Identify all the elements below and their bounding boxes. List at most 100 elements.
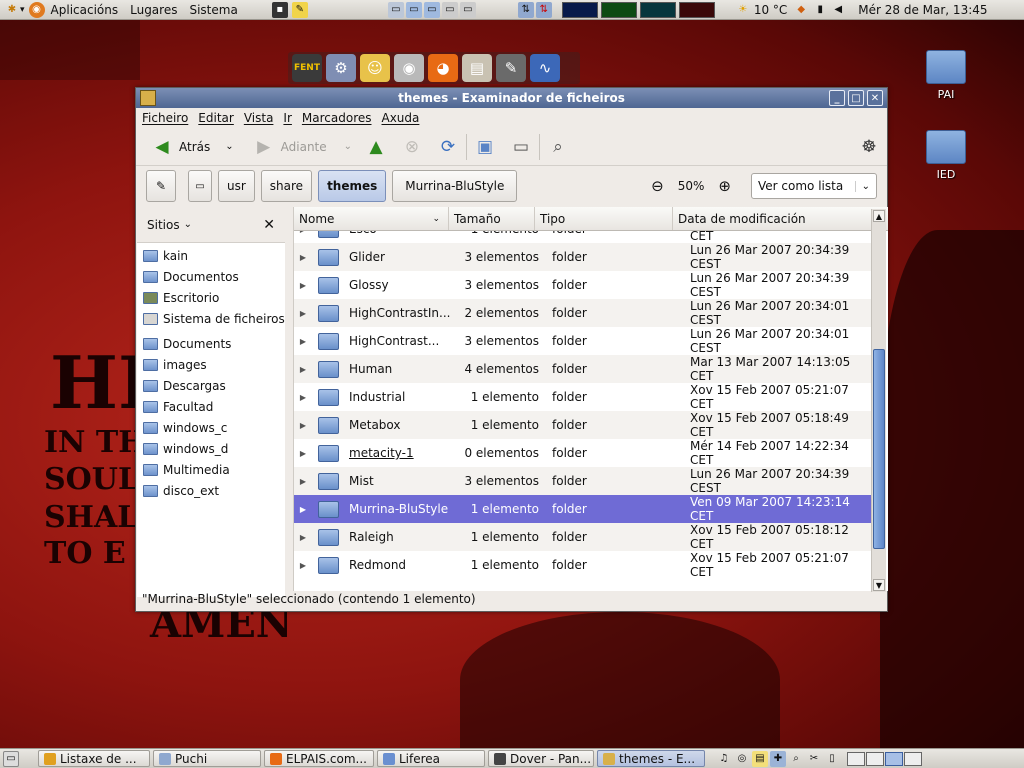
vertical-scrollbar[interactable]: ▲ ▼	[871, 209, 886, 592]
expand-triangle-icon[interactable]: ▶	[296, 477, 310, 486]
sidebar-item[interactable]: kain	[137, 245, 285, 266]
menu-vista[interactable]: Vista	[244, 111, 274, 125]
expand-triangle-icon[interactable]: ▶	[296, 365, 310, 374]
tools-icon[interactable]: ✂	[806, 751, 822, 767]
expand-triangle-icon[interactable]: ▶	[296, 393, 310, 402]
maximize-button[interactable]: □	[848, 90, 864, 106]
sidebar-item[interactable]: disco_ext	[137, 480, 285, 501]
clock[interactable]: Mér 28 de Mar, 13:45	[858, 3, 987, 17]
firefox-icon[interactable]: ◕	[428, 54, 458, 82]
battery-icon[interactable]: ▮	[812, 2, 828, 18]
system-monitor[interactable]	[561, 1, 715, 18]
expand-triangle-icon[interactable]: ▶	[296, 281, 310, 290]
path-button-murrina-blustyle[interactable]: Murrina-BluStyle	[392, 170, 518, 202]
network-icon[interactable]: ⇅	[517, 1, 534, 18]
volume-icon[interactable]: ◀	[830, 2, 846, 18]
minimize-button[interactable]: _	[829, 90, 845, 106]
panel-dropdown-icon[interactable]: ▾	[20, 5, 25, 15]
table-row[interactable]: ▶ Redmond 1 elemento folder Xov 15 Feb 2007 …	[294, 551, 872, 579]
user-icon[interactable]: ☺	[360, 54, 390, 82]
sidebar-item[interactable]: images	[137, 354, 285, 375]
scroll-thumb[interactable]	[873, 349, 885, 549]
column-type[interactable]: Tipo	[535, 207, 673, 230]
path-button-root[interactable]: ▭	[188, 170, 212, 202]
show-desktop-icon[interactable]: ▭	[3, 750, 19, 767]
table-row[interactable]: ▶ Mist 3 elementos folder Lun 26 Mar 2007 20…	[294, 467, 872, 495]
desktop-folder-ied[interactable]: IED	[916, 130, 976, 181]
expand-triangle-icon[interactable]: ▶	[296, 505, 310, 514]
back-button[interactable]: ◀ Atrás ⌄	[146, 132, 238, 162]
webcam-icon[interactable]: ◉	[394, 54, 424, 82]
scroll-up-arrow-icon[interactable]: ▲	[873, 210, 885, 222]
table-row[interactable]: ▶ Human 4 elementos folder Mar 13 Mar 2007 1…	[294, 355, 872, 383]
sidebar-item[interactable]: Facultad	[137, 396, 285, 417]
menu-marcadores[interactable]: Marcadores	[302, 111, 372, 125]
network-disabled-icon[interactable]: ⇅	[535, 1, 552, 18]
path-button-share[interactable]: share	[260, 170, 313, 202]
cd-icon[interactable]: ◎	[734, 751, 750, 767]
window-titlebar[interactable]: themes - Examinador de ficheiros _ □ ✕	[136, 88, 887, 108]
sidebar-item[interactable]: Sistema de ficheiros	[137, 308, 285, 329]
up-arrow-icon[interactable]: ▲	[364, 135, 388, 159]
terminal-icon[interactable]: ▪	[271, 1, 288, 18]
column-size[interactable]: Tamaño	[449, 207, 535, 230]
weather-icon[interactable]: ☀	[735, 2, 751, 18]
menu-lugares[interactable]: Lugares	[124, 3, 183, 17]
expand-triangle-icon[interactable]: ▶	[296, 421, 310, 430]
table-row[interactable]: ▶ metacity-1 0 elementos folder Mér 14 Feb 2…	[294, 439, 872, 467]
sidebar-item[interactable]: Descargas	[137, 375, 285, 396]
chevron-down-icon[interactable]: ⌄	[225, 141, 233, 152]
expand-triangle-icon[interactable]: ▶	[296, 231, 310, 234]
menu-axuda[interactable]: Axuda	[382, 111, 420, 125]
taskbar-button[interactable]: Liferea	[377, 750, 485, 767]
sidebar-item[interactable]: windows_d	[137, 438, 285, 459]
expand-triangle-icon[interactable]: ▶	[296, 533, 310, 542]
gnome-foot-icon[interactable]: ✱	[4, 2, 20, 18]
sidebar-item[interactable]: Documentos	[137, 266, 285, 287]
close-button[interactable]: ✕	[867, 90, 883, 106]
forward-button[interactable]: ▶ Adiante ⌄	[248, 132, 356, 162]
table-row[interactable]: ▶ HighContrastIn... 2 elementos folder Lun 2…	[294, 299, 872, 327]
taskbar-button[interactable]: themes - E...	[597, 750, 705, 767]
editor-icon[interactable]: ✎	[291, 1, 308, 18]
folder-icon[interactable]: ▭	[405, 1, 422, 18]
folder-icon[interactable]: ▭	[423, 1, 440, 18]
system-monitor-icon[interactable]: ∿	[530, 54, 560, 82]
computer-icon[interactable]: ▭	[509, 135, 533, 159]
stop-icon[interactable]: ⊗	[400, 135, 424, 159]
chevron-down-icon[interactable]: ⌄	[184, 219, 192, 230]
file-cabinet-icon[interactable]	[140, 90, 156, 106]
archive-icon[interactable]: ▤	[462, 54, 492, 82]
computer-icon[interactable]: ▭	[387, 1, 404, 18]
expand-triangle-icon[interactable]: ▶	[296, 561, 310, 570]
home-folder-icon[interactable]: ▣	[473, 135, 497, 159]
workspace-2[interactable]	[866, 751, 884, 766]
path-button-themes[interactable]: themes	[318, 170, 387, 202]
expand-triangle-icon[interactable]: ▶	[296, 309, 310, 318]
sidebar-item[interactable]: Multimedia	[137, 459, 285, 480]
table-row[interactable]: ▶ HighContrast... 3 elementos folder Lun 26 …	[294, 327, 872, 355]
table-row[interactable]: ▶ Esco1 elementofolder Xov 15 Feb 2007 05:…	[294, 231, 872, 243]
table-row[interactable]: ▶ Metabox 1 elemento folder Xov 15 Feb 2007 …	[294, 411, 872, 439]
column-name[interactable]: Nome ⌄	[294, 207, 449, 230]
menu-sistema[interactable]: Sistema	[183, 3, 243, 17]
reload-icon[interactable]: ⟳	[436, 135, 460, 159]
workspace-1[interactable]	[847, 751, 865, 766]
expand-triangle-icon[interactable]: ▶	[296, 253, 310, 262]
gimp-icon[interactable]: ✎	[496, 54, 526, 82]
menu-aplicacions[interactable]: Aplicacións	[45, 3, 125, 17]
table-row[interactable]: ▶ Glider 3 elementos folder Lun 26 Mar 2007 …	[294, 243, 872, 271]
fish-icon[interactable]: ◆	[793, 2, 809, 18]
zoom-level[interactable]: 50%	[678, 179, 705, 193]
view-as-select[interactable]: Ver como lista ⌄	[751, 173, 877, 199]
drive-icon[interactable]: ▭	[441, 1, 458, 18]
bin-icon[interactable]: ▯	[824, 751, 840, 767]
zoom-out-icon[interactable]: ⊖	[651, 177, 664, 195]
taskbar-button[interactable]: Dover - Pan...	[488, 750, 594, 767]
taskbar-button[interactable]: Listaxe de ...	[38, 750, 150, 767]
close-sidebar-icon[interactable]: ✕	[263, 217, 275, 233]
laptop-icon[interactable]: ▭	[459, 1, 476, 18]
gear-icon[interactable]: ⚙	[326, 54, 356, 82]
menu-ficheiro[interactable]: Ficheiro	[142, 111, 188, 125]
table-row[interactable]: ▶ Raleigh 1 elemento folder Xov 15 Feb 2007 …	[294, 523, 872, 551]
